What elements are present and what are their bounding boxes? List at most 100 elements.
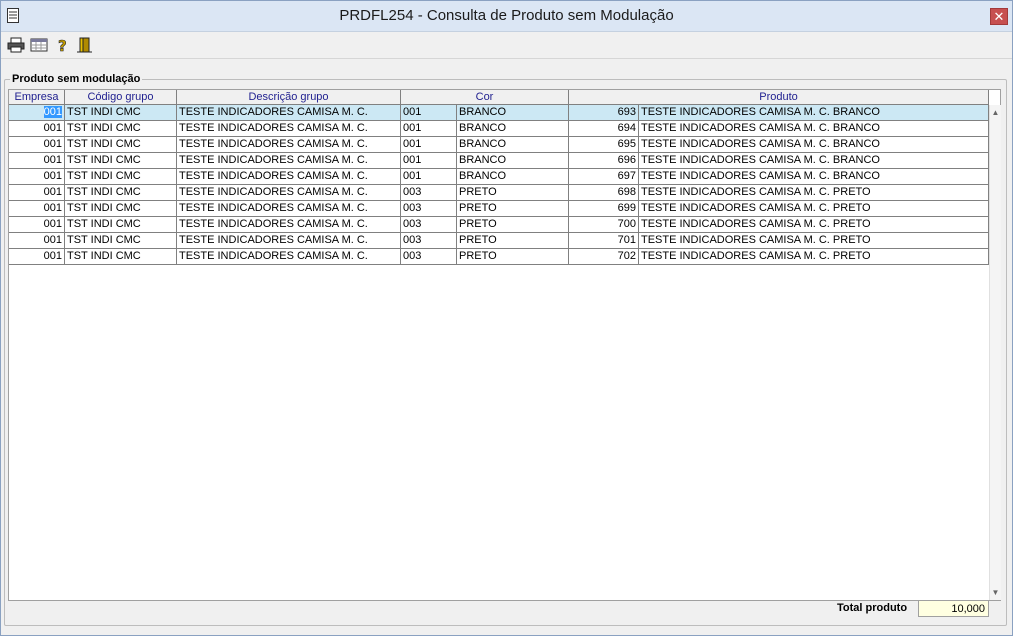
window-title: PRDFL254 - Consulta de Produto sem Modul… (339, 7, 674, 24)
cell-cor-descricao[interactable]: BRANCO (457, 169, 569, 185)
cell-produto-codigo[interactable]: 699 (569, 201, 639, 217)
cell-empresa[interactable]: 001 (9, 201, 65, 217)
cell-codigo-grupo[interactable]: TST INDI CMC (65, 233, 177, 249)
table-row[interactable]: 001 TST INDI CMC TESTE INDICADORES CAMISA … (9, 217, 989, 233)
toolbar: ? (1, 32, 1012, 59)
cell-cor-descricao[interactable]: PRETO (457, 249, 569, 265)
cell-cor-codigo[interactable]: 003 (401, 249, 457, 265)
cell-cor-codigo[interactable]: 003 (401, 201, 457, 217)
cell-produto-codigo[interactable]: 701 (569, 233, 639, 249)
cell-cor-codigo[interactable]: 001 (401, 169, 457, 185)
cell-cor-descricao[interactable]: BRANCO (457, 121, 569, 137)
exit-door-icon[interactable] (76, 36, 94, 54)
cell-codigo-grupo[interactable]: TST INDI CMC (65, 185, 177, 201)
cell-descricao-grupo[interactable]: TESTE INDICADORES CAMISA M. C. (177, 249, 401, 265)
cell-empresa[interactable]: 001 (9, 153, 65, 169)
cell-cor-codigo[interactable]: 001 (401, 153, 457, 169)
help-icon[interactable]: ? (53, 36, 71, 54)
header-cor[interactable]: Cor (401, 90, 569, 105)
title-bar: PRDFL254 - Consulta de Produto sem Modul… (1, 1, 1012, 32)
cell-produto-descricao[interactable]: TESTE INDICADORES CAMISA M. C. PRETO (639, 201, 989, 217)
cell-codigo-grupo[interactable]: TST INDI CMC (65, 201, 177, 217)
header-descricao-grupo[interactable]: Descrição grupo (177, 90, 401, 105)
cell-empresa[interactable]: 001 (9, 169, 65, 185)
cell-cor-codigo[interactable]: 001 (401, 137, 457, 153)
total-produto-value: 10,000 (918, 600, 989, 617)
cell-cor-codigo[interactable]: 003 (401, 217, 457, 233)
cell-cor-descricao[interactable]: BRANCO (457, 153, 569, 169)
product-grid[interactable]: Empresa Código grupo Descrição grupo Cor… (8, 89, 1001, 601)
cell-descricao-grupo[interactable]: TESTE INDICADORES CAMISA M. C. (177, 121, 401, 137)
scroll-down-icon[interactable]: ▼ (991, 588, 1000, 597)
cell-codigo-grupo[interactable]: TST INDI CMC (65, 249, 177, 265)
cell-descricao-grupo[interactable]: TESTE INDICADORES CAMISA M. C. (177, 185, 401, 201)
cell-empresa[interactable]: 001 (9, 217, 65, 233)
cell-empresa[interactable]: 001 (9, 233, 65, 249)
cell-cor-descricao[interactable]: PRETO (457, 217, 569, 233)
cell-descricao-grupo[interactable]: TESTE INDICADORES CAMISA M. C. (177, 105, 401, 121)
table-row[interactable]: 001 TST INDI CMC TESTE INDICADORES CAMISA … (9, 249, 989, 265)
cell-produto-codigo[interactable]: 702 (569, 249, 639, 265)
table-row[interactable]: 001 TST INDI CMC TESTE INDICADORES CAMISA … (9, 233, 989, 249)
cell-produto-codigo[interactable]: 697 (569, 169, 639, 185)
cell-descricao-grupo[interactable]: TESTE INDICADORES CAMISA M. C. (177, 217, 401, 233)
cell-cor-descricao[interactable]: PRETO (457, 201, 569, 217)
table-row[interactable]: 001 TST INDI CMC TESTE INDICADORES CAMISA … (9, 137, 989, 153)
cell-produto-descricao[interactable]: TESTE INDICADORES CAMISA M. C. BRANCO (639, 121, 989, 137)
cell-empresa[interactable]: 001 (9, 105, 65, 121)
table-row[interactable]: 001 TST INDI CMC TESTE INDICADORES CAMISA … (9, 169, 989, 185)
cell-descricao-grupo[interactable]: TESTE INDICADORES CAMISA M. C. (177, 153, 401, 169)
cell-descricao-grupo[interactable]: TESTE INDICADORES CAMISA M. C. (177, 201, 401, 217)
cell-produto-codigo[interactable]: 696 (569, 153, 639, 169)
total-produto-label: Total produto (837, 602, 908, 614)
cell-produto-descricao[interactable]: TESTE INDICADORES CAMISA M. C. PRETO (639, 249, 989, 265)
cell-cor-codigo[interactable]: 003 (401, 185, 457, 201)
cell-produto-codigo[interactable]: 700 (569, 217, 639, 233)
cell-cor-descricao[interactable]: PRETO (457, 185, 569, 201)
table-row[interactable]: 001 TST INDI CMC TESTE INDICADORES CAMISA … (9, 121, 989, 137)
cell-empresa[interactable]: 001 (9, 121, 65, 137)
cell-produto-descricao[interactable]: TESTE INDICADORES CAMISA M. C. BRANCO (639, 105, 989, 121)
cell-cor-descricao[interactable]: PRETO (457, 233, 569, 249)
cell-produto-codigo[interactable]: 695 (569, 137, 639, 153)
cell-produto-descricao[interactable]: TESTE INDICADORES CAMISA M. C. PRETO (639, 233, 989, 249)
cell-cor-descricao[interactable]: BRANCO (457, 137, 569, 153)
cell-produto-descricao[interactable]: TESTE INDICADORES CAMISA M. C. PRETO (639, 185, 989, 201)
cell-empresa[interactable]: 001 (9, 137, 65, 153)
cell-produto-descricao[interactable]: TESTE INDICADORES CAMISA M. C. BRANCO (639, 153, 989, 169)
cell-empresa[interactable]: 001 (9, 249, 65, 265)
cell-produto-codigo[interactable]: 693 (569, 105, 639, 121)
close-button[interactable]: ✕ (990, 8, 1008, 25)
cell-produto-codigo[interactable]: 698 (569, 185, 639, 201)
cell-codigo-grupo[interactable]: TST INDI CMC (65, 217, 177, 233)
cell-cor-codigo[interactable]: 001 (401, 105, 457, 121)
table-row[interactable]: 001 TST INDI CMC TESTE INDICADORES CAMISA … (9, 105, 989, 121)
header-empresa[interactable]: Empresa (9, 90, 65, 105)
cell-descricao-grupo[interactable]: TESTE INDICADORES CAMISA M. C. (177, 233, 401, 249)
cell-descricao-grupo[interactable]: TESTE INDICADORES CAMISA M. C. (177, 137, 401, 153)
grid-view-icon[interactable] (30, 36, 48, 54)
cell-codigo-grupo[interactable]: TST INDI CMC (65, 105, 177, 121)
header-produto[interactable]: Produto (569, 90, 989, 105)
cell-codigo-grupo[interactable]: TST INDI CMC (65, 121, 177, 137)
scroll-up-icon[interactable]: ▲ (991, 108, 1000, 117)
table-row[interactable]: 001 TST INDI CMC TESTE INDICADORES CAMISA … (9, 185, 989, 201)
cell-cor-codigo[interactable]: 001 (401, 121, 457, 137)
cell-produto-descricao[interactable]: TESTE INDICADORES CAMISA M. C. PRETO (639, 217, 989, 233)
table-row[interactable]: 001 TST INDI CMC TESTE INDICADORES CAMISA … (9, 153, 989, 169)
cell-produto-descricao[interactable]: TESTE INDICADORES CAMISA M. C. BRANCO (639, 169, 989, 185)
cell-codigo-grupo[interactable]: TST INDI CMC (65, 137, 177, 153)
cell-produto-codigo[interactable]: 694 (569, 121, 639, 137)
header-codigo-grupo[interactable]: Código grupo (65, 90, 177, 105)
cell-empresa[interactable]: 001 (9, 185, 65, 201)
table-row[interactable]: 001 TST INDI CMC TESTE INDICADORES CAMISA … (9, 201, 989, 217)
printer-icon[interactable] (7, 36, 25, 54)
cell-cor-descricao[interactable]: BRANCO (457, 105, 569, 121)
group-label: Produto sem modulação (10, 73, 143, 85)
cell-codigo-grupo[interactable]: TST INDI CMC (65, 169, 177, 185)
vertical-scrollbar[interactable]: ▲ ▼ (989, 105, 1001, 600)
cell-codigo-grupo[interactable]: TST INDI CMC (65, 153, 177, 169)
cell-produto-descricao[interactable]: TESTE INDICADORES CAMISA M. C. BRANCO (639, 137, 989, 153)
cell-cor-codigo[interactable]: 003 (401, 233, 457, 249)
cell-descricao-grupo[interactable]: TESTE INDICADORES CAMISA M. C. (177, 169, 401, 185)
